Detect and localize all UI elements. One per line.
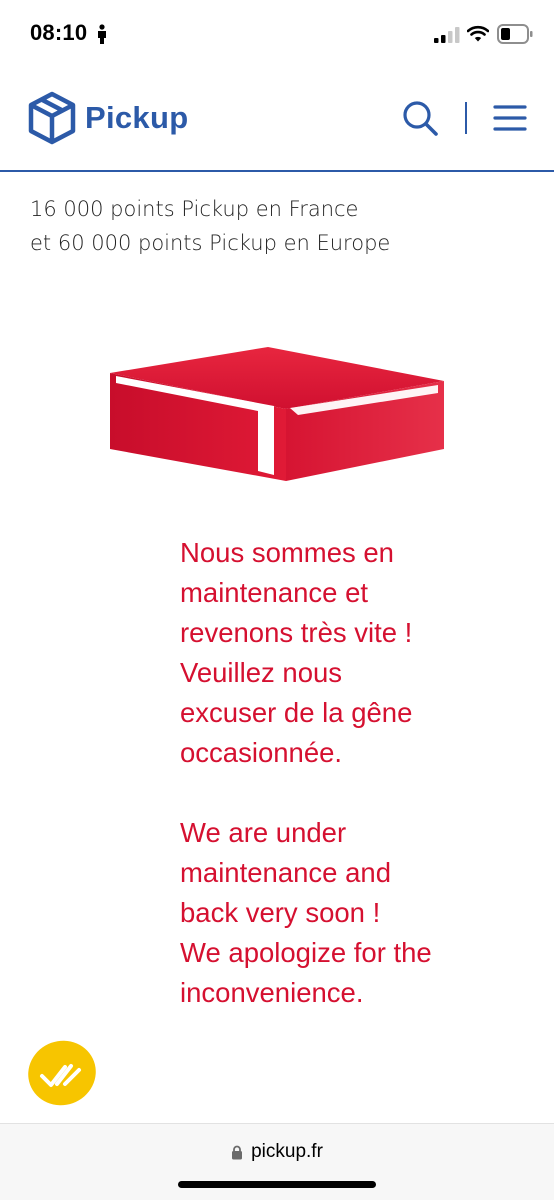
- battery-icon: [497, 24, 533, 44]
- page: 08:10 Pickup 16 000 points Pickup en Fra…: [0, 0, 554, 1200]
- url-text: pickup.fr: [251, 1141, 323, 1162]
- browser-url-bar: pickup.fr: [0, 1123, 554, 1200]
- hamburger-menu-icon[interactable]: [493, 103, 527, 133]
- home-indicator[interactable]: [178, 1181, 376, 1188]
- header-divider: [465, 102, 467, 134]
- intro-line-france: 16 000 points Pickup en France: [30, 197, 359, 221]
- maintenance-message-en: We are under maintenance and back very s…: [180, 817, 432, 1008]
- brand-name: Pickup: [85, 100, 189, 135]
- site-header: Pickup: [0, 70, 554, 172]
- signal-icon: [434, 27, 460, 43]
- intro-line-europe: et 60 000 points Pickup en Europe: [30, 231, 391, 255]
- maintenance-message-fr: Nous sommes en maintenance et revenons t…: [180, 537, 413, 768]
- search-icon[interactable]: [400, 98, 440, 138]
- red-parcel-box-icon: [110, 347, 444, 481]
- cube-icon: [28, 91, 76, 145]
- url-field[interactable]: pickup.fr: [0, 1141, 554, 1163]
- wifi-icon: [467, 25, 489, 42]
- person-icon: [98, 24, 106, 44]
- double-check-icon[interactable]: [27, 1040, 97, 1106]
- maintenance-message: Nous sommes en maintenance et revenons t…: [180, 533, 510, 1013]
- intro-text: 16 000 points Pickup en France et 60 000…: [30, 192, 390, 260]
- status-bar: 08:10: [0, 0, 554, 70]
- pickup-logo[interactable]: Pickup: [28, 90, 188, 146]
- lock-icon: [232, 1145, 243, 1159]
- status-time: 08:10: [30, 20, 88, 45]
